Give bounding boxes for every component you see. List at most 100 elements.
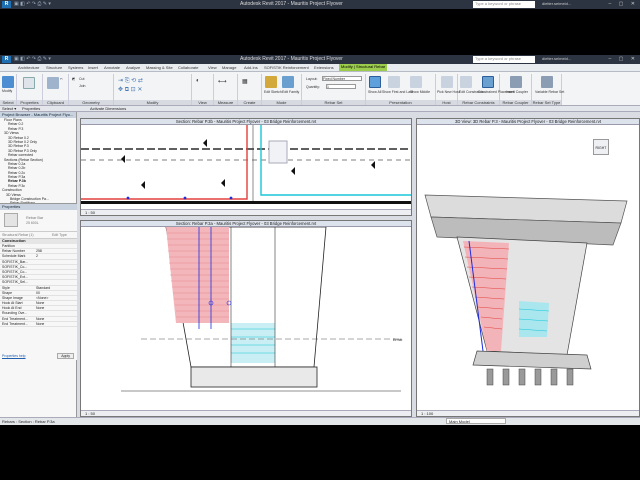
create-icon[interactable]: ▦	[242, 78, 248, 85]
tab-insert[interactable]: Insert	[88, 65, 98, 70]
edit-constraints-icon[interactable]	[460, 76, 472, 88]
app-title-bar: R ▣ ◧ ↶ ↷ ⎙ ✎ ▾ Autodesk Revit 2017 - Ma…	[0, 55, 640, 64]
edit-family-icon[interactable]	[282, 76, 294, 88]
align-icon[interactable]: ⇥ ⎘ ⟲ ⇄	[118, 77, 143, 85]
view-control-bar[interactable]	[268, 140, 288, 164]
property-key: End Treatment...	[2, 316, 28, 321]
view-section-top[interactable]: Section: Rebar P.3b - Mauritis Project F…	[80, 118, 412, 216]
property-key: SOFISTIK_Sel...	[2, 280, 28, 285]
tab-manage[interactable]: Manage	[222, 65, 236, 70]
group-rebar-coupler: Insert Coupler Rebar Coupler	[500, 74, 532, 105]
group-rebar-constraints-label: Rebar Constraints	[458, 100, 499, 105]
group-rebar-set-label: Rebar Set	[302, 100, 365, 105]
move-icon[interactable]: ✥ ⧉ ⊡ ✕	[118, 86, 142, 94]
group-clipboard: ✂ Clipboard	[43, 74, 69, 105]
view-section-bottom[interactable]: Section: Rebar P.3a - Mauritis Project F…	[80, 220, 412, 417]
app-window-controls[interactable]: – ▢ ✕	[609, 56, 638, 62]
measure-icon[interactable]: ⟷	[218, 78, 227, 85]
hide-icon[interactable]: ◐	[196, 78, 200, 84]
options-bar: Select ▾ Properties Activate Dimensions	[0, 106, 640, 112]
user-name[interactable]: dietter.seimeid...	[542, 1, 571, 6]
group-rebar-constraints: Edit Constraints Constrained Placement R…	[458, 74, 514, 105]
apply-button[interactable]: Apply	[57, 353, 74, 359]
group-host-label: Host	[436, 100, 457, 105]
insert-coupler-icon[interactable]	[510, 76, 522, 88]
search-input[interactable]: Type a keyword or phrase	[473, 1, 535, 8]
group-clipboard-label: Clipboard	[43, 100, 68, 105]
property-key: Partition	[2, 244, 15, 248]
show-all-icon[interactable]	[369, 76, 381, 88]
tab-modify-structural-rebar[interactable]: Modify | Structural Rebar	[339, 64, 388, 71]
variable-rebar-set-icon[interactable]	[541, 76, 553, 88]
tab-collaborate[interactable]: Collaborate	[178, 65, 198, 70]
tab-extensions[interactable]: Extensions	[314, 65, 334, 70]
view-scale[interactable]: 1 : 100	[417, 410, 639, 416]
group-properties-label: Properties	[17, 100, 42, 105]
paste-icon[interactable]	[47, 77, 59, 89]
view-scale[interactable]: 1 : 50	[81, 410, 411, 416]
status-bar: Rebars : Section : Rebar P.3a Main Model	[0, 417, 640, 425]
edit-sketch-icon[interactable]	[265, 76, 277, 88]
edit-type-button[interactable]: Edit Type	[52, 233, 67, 237]
type-name: Rebar Bar	[26, 216, 44, 220]
selection-count[interactable]: Structural Rebar (1)	[2, 233, 34, 237]
group-view: ◐ View	[192, 74, 214, 105]
user-signin[interactable]: dietter.seimeid...	[542, 56, 571, 61]
constrained-placement-icon[interactable]	[482, 76, 494, 88]
modify-icon[interactable]	[2, 76, 14, 88]
tab-architecture[interactable]: Architecture	[18, 65, 39, 70]
properties-help-link[interactable]: Properties help	[2, 354, 26, 358]
type-selector[interactable]: Rebar Bar 25 600L	[0, 210, 77, 232]
quantity-input[interactable]: 1	[326, 84, 356, 89]
modify-label: Modify	[2, 89, 13, 93]
model-selector[interactable]: Main Model	[446, 418, 506, 424]
tab-massing[interactable]: Massing & Site	[146, 65, 173, 70]
tab-structure[interactable]: Structure	[46, 65, 62, 70]
cope-icon[interactable]: ◩	[72, 77, 75, 81]
selector-row: Structural Rebar (1) Edit Type	[0, 232, 77, 239]
select-dropdown[interactable]: Select ▾	[2, 106, 16, 111]
show-middle-icon[interactable]	[410, 76, 422, 88]
section-drawing-bottom	[121, 227, 401, 392]
property-key: Style	[2, 285, 10, 290]
level-annotation: Ermitt	[393, 338, 403, 342]
show-first-last-label: Show First and Last	[382, 90, 413, 94]
layout-select[interactable]: Fixed Number	[322, 76, 362, 81]
property-key: Schedule Mark	[2, 254, 26, 259]
help-search-input[interactable]: Type a keyword or phrase	[473, 56, 535, 63]
pick-new-host-icon[interactable]	[441, 76, 453, 88]
property-key: Shape	[2, 290, 13, 295]
property-row[interactable]: End Treatment... None	[0, 322, 77, 327]
quick-access-icons[interactable]: ▣ ◧ ↶ ↷ ⎙ ✎ ▾	[14, 56, 51, 62]
view-scale[interactable]: 1 : 50	[81, 209, 411, 215]
property-value[interactable]: None	[36, 322, 44, 326]
tab-analyze[interactable]: Analyze	[126, 65, 140, 70]
group-presentation-label: Presentation	[366, 100, 435, 105]
tab-sofistik[interactable]: SOFiSTiK Reinforcement	[264, 65, 309, 70]
tab-addins[interactable]: Add-Ins	[244, 65, 258, 70]
activate-dimensions[interactable]: Activate Dimensions	[90, 106, 126, 111]
properties-toggle[interactable]: Properties	[22, 106, 40, 111]
group-geometry: ◩ Cut Join Geometry	[69, 74, 114, 105]
view-3d[interactable]: 3D View: 3D Rebar P.3 - Mauritis Project…	[416, 118, 640, 417]
tab-systems[interactable]: Systems	[68, 65, 83, 70]
show-middle-label: Show Middle	[410, 90, 431, 94]
show-first-last-icon[interactable]	[388, 76, 400, 88]
tab-annotate[interactable]: Annotate	[104, 65, 120, 70]
group-modify: ⇥ ⎘ ⟲ ⇄ ✥ ⧉ ⊡ ✕ Modify	[114, 74, 192, 105]
group-properties: Properties	[17, 74, 43, 105]
cut-icon[interactable]: ✂	[60, 77, 63, 81]
property-key: Hook At Start	[2, 301, 23, 306]
tab-view[interactable]: View	[208, 65, 217, 70]
join-geometry-label[interactable]: Join	[79, 84, 85, 88]
group-host: Pick New Host Host	[436, 74, 460, 105]
ribbon-panel: Modify Select Properties ✂ Clipboard ◩ C…	[0, 72, 640, 106]
group-rebar-set: Layout: Fixed Number Quantity: 1 Rebar S…	[302, 74, 366, 105]
revit-logo[interactable]: R	[2, 1, 11, 8]
app-logo-icon[interactable]: R	[2, 56, 11, 63]
quick-access-toolbar[interactable]: ▣ ◧ ↶ ↷ ⎙ ✎ ▾	[14, 1, 51, 7]
section-drawing-top	[81, 125, 411, 204]
properties-icon[interactable]	[23, 77, 35, 89]
cut-geometry-label[interactable]: Cut	[79, 77, 84, 81]
window-controls[interactable]: – ▢ ✕	[609, 1, 638, 7]
